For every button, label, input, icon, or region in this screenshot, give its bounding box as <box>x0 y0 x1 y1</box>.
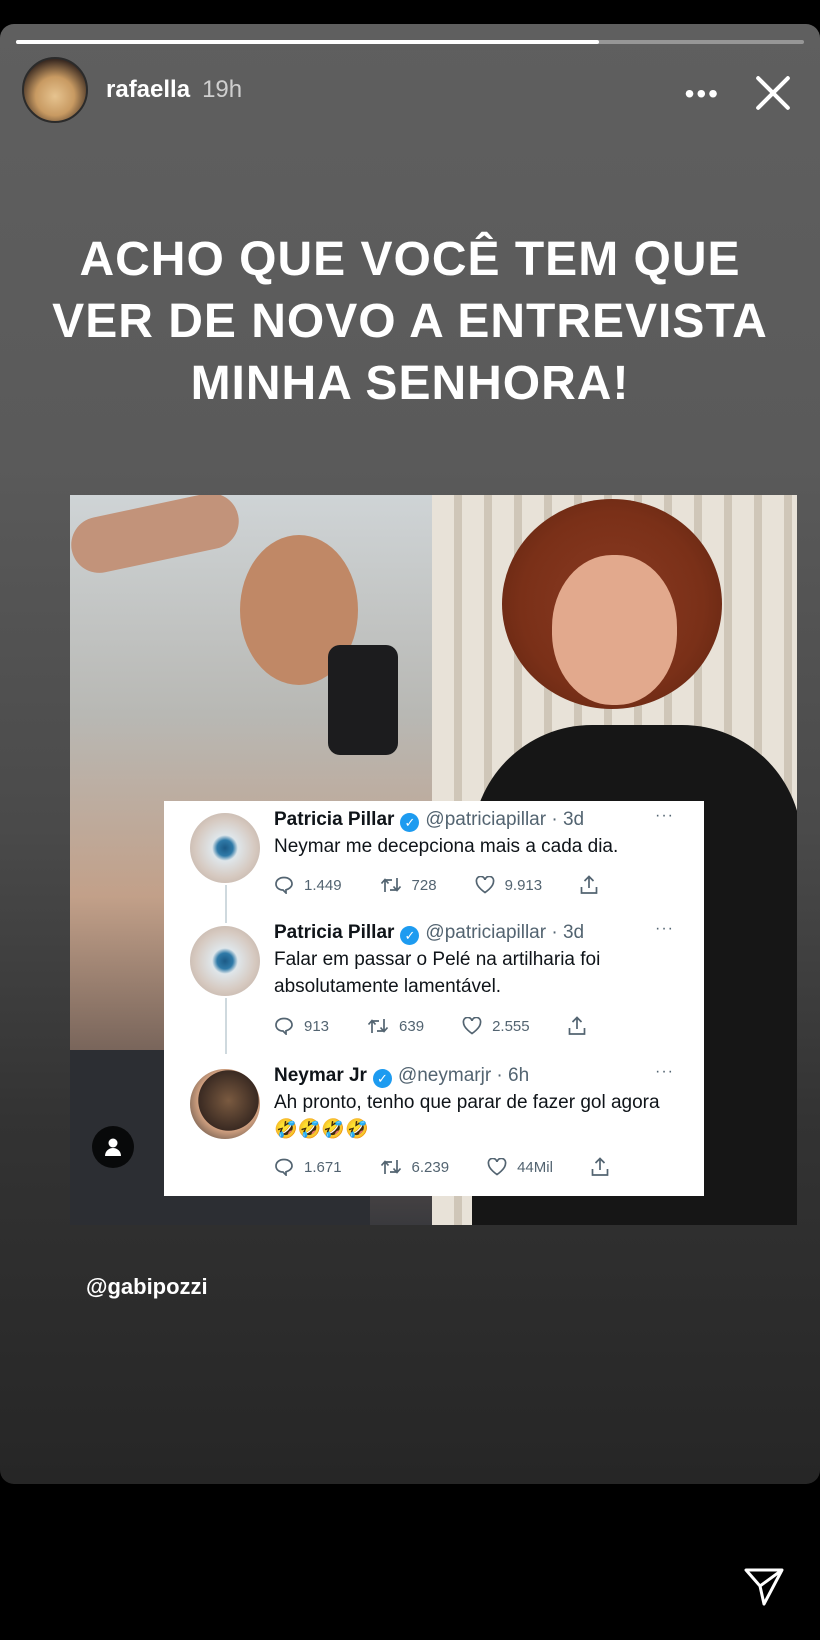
like-count: 2.555 <box>462 1016 530 1036</box>
retweet-icon <box>380 878 401 892</box>
story-progress-fill <box>16 40 600 44</box>
tweet-avatar <box>190 926 260 996</box>
share-icon <box>591 1157 619 1177</box>
caption-line: ACHO QUE VOCÊ TEM QUE <box>79 233 741 286</box>
avatar[interactable] <box>22 57 88 123</box>
tweet-text: Falar em passar o Pelé na artilharia foi… <box>274 949 601 997</box>
photo-phone <box>328 645 398 755</box>
tweet-handle: @patriciapillar · 3d <box>425 809 585 830</box>
heart-icon <box>487 1158 507 1176</box>
tweet-handle: @patriciapillar · 3d <box>425 922 585 943</box>
tweet-name: Patricia Pillar <box>274 922 395 943</box>
like-count-value: 44Mil <box>517 1158 553 1176</box>
retweet-count: 728 <box>380 875 437 895</box>
tweet-author: Patricia Pillar ✓ @patriciapillar · 3d <box>274 922 584 945</box>
story-progress-bar <box>16 40 804 44</box>
more-icon[interactable]: ••• <box>685 78 720 110</box>
retweet-count: 639 <box>367 1016 424 1036</box>
tweet-actions: 1.449 728 9.913 <box>274 875 646 895</box>
retweet-count-value: 728 <box>411 876 437 894</box>
tweet-more-icon: ··· <box>655 1063 674 1080</box>
verified-icon: ✓ <box>400 813 420 832</box>
retweet-icon <box>367 1019 389 1033</box>
reply-count: 1.449 <box>274 875 342 895</box>
verified-icon: ✓ <box>400 926 420 945</box>
tweet-handle: @neymarjr · 6h <box>397 1065 530 1086</box>
thread-line <box>225 998 227 1054</box>
heart-icon <box>475 876 494 894</box>
verified-icon: ✓ <box>372 1069 392 1088</box>
story-username[interactable]: rafaella <box>106 76 190 104</box>
close-icon[interactable] <box>750 70 796 116</box>
share-icon <box>568 1016 596 1036</box>
retweet-count-value: 6.239 <box>411 1158 450 1176</box>
tweet-name: Neymar Jr <box>274 1065 367 1086</box>
heart-icon <box>462 1017 482 1035</box>
tweet: Patricia Pillar ✓ @patriciapillar · 3d ···… <box>164 801 704 923</box>
reply-icon <box>275 1158 293 1176</box>
share-icon <box>580 875 608 895</box>
tweet-author: Neymar Jr ✓ @neymarjr · 6h <box>274 1065 529 1088</box>
tweet-thread-screenshot: Patricia Pillar ✓ @patriciapillar · 3d ···… <box>164 801 704 1196</box>
caption-line: VER DE NOVO A ENTREVISTA <box>52 295 768 348</box>
story-viewer: rafaella 19h ••• ACHO QUE VOCÊ TEM QUE V… <box>0 24 820 1484</box>
tweet-avatar <box>190 1069 260 1139</box>
photo-face <box>552 555 677 705</box>
caption-line: MINHA SENHORA! <box>190 357 630 410</box>
tweet: Neymar Jr ✓ @neymarjr · 6h ··· Ah pronto, … <box>164 1059 704 1194</box>
reply-count-value: 1.671 <box>304 1158 342 1176</box>
retweet-count-value: 639 <box>399 1017 425 1035</box>
tweet-actions: 913 639 2.555 <box>274 1016 634 1036</box>
send-icon[interactable] <box>742 1564 786 1608</box>
story-time: 19h <box>202 76 243 103</box>
like-count: 9.913 <box>475 875 543 895</box>
reply-icon <box>275 1017 293 1035</box>
tweet-more-icon: ··· <box>655 920 674 937</box>
reply-count: 913 <box>274 1016 329 1036</box>
retweet-icon <box>380 1160 401 1174</box>
tweet-name: Patricia Pillar <box>274 809 395 830</box>
tweet-more-icon: ··· <box>655 807 674 824</box>
reply-count-value: 913 <box>304 1017 330 1035</box>
photo-arm <box>70 495 244 579</box>
reply-icon <box>275 876 293 894</box>
like-count: 44Mil <box>487 1157 553 1177</box>
reply-count: 1.671 <box>274 1157 342 1177</box>
like-count-value: 9.913 <box>504 876 543 894</box>
story-header: rafaella 19h <box>22 57 243 123</box>
tweet: Patricia Pillar ✓ @patriciapillar · 3d ···… <box>164 916 704 1054</box>
person-icon[interactable] <box>92 1126 134 1168</box>
tweet-author: Patricia Pillar ✓ @patriciapillar · 3d <box>274 809 584 832</box>
retweet-count: 6.239 <box>380 1157 450 1177</box>
like-count-value: 2.555 <box>492 1017 530 1035</box>
tweet-actions: 1.671 6.239 44Mil <box>274 1157 657 1177</box>
tweet-text: Ah pronto, tenho que parar de fazer gol … <box>274 1092 660 1140</box>
reply-count-value: 1.449 <box>304 876 342 894</box>
mention-tag[interactable]: @gabipozzi <box>86 1274 208 1300</box>
story-caption: ACHO QUE VOCÊ TEM QUE VER DE NOVO A ENTR… <box>40 229 780 415</box>
tweet-avatar <box>190 813 260 883</box>
tweet-text: Neymar me decepciona mais a cada dia. <box>274 836 619 857</box>
